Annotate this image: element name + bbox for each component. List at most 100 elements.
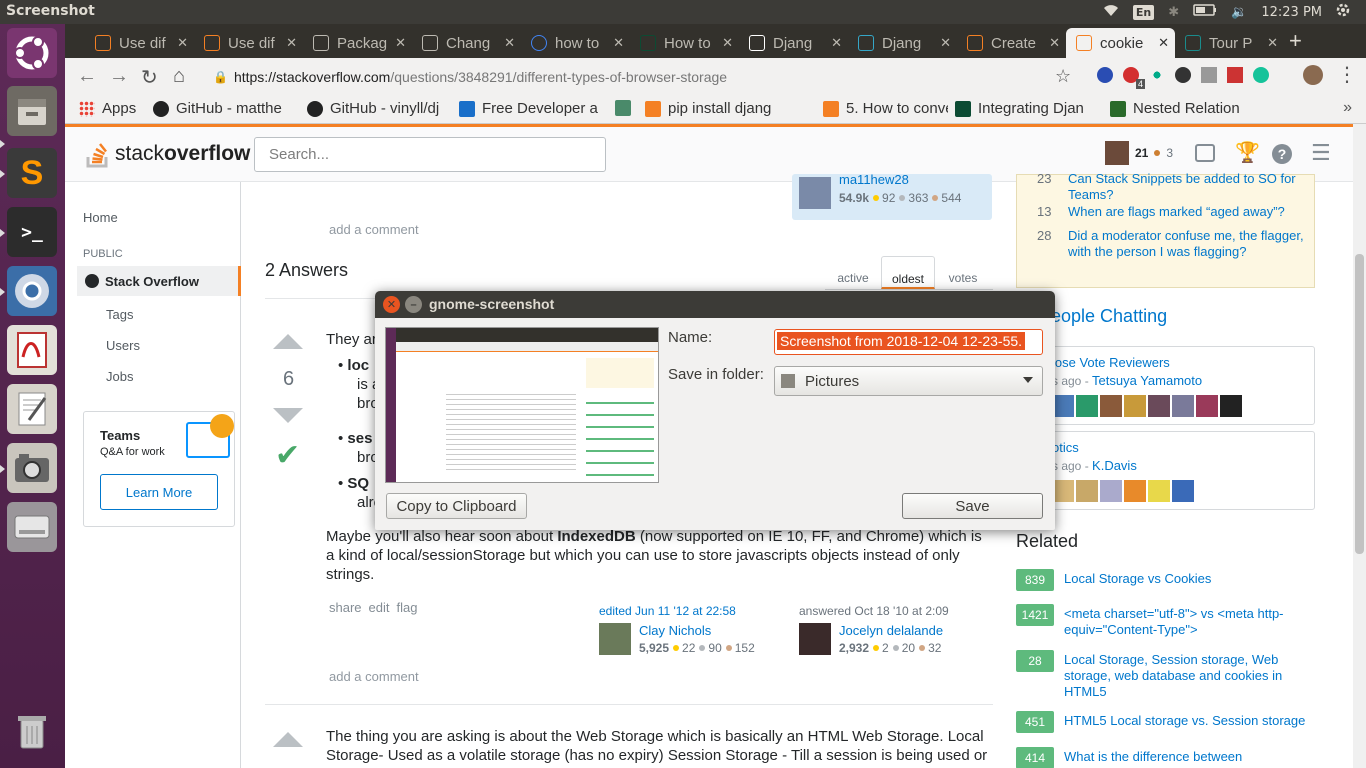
related-question-link[interactable]: Local Storage vs Cookies — [1064, 571, 1314, 587]
bookmark-item[interactable] — [615, 100, 635, 116]
home-icon[interactable]: ⌂ — [173, 65, 185, 88]
owner-avatar[interactable] — [799, 177, 831, 209]
tab-close-icon[interactable]: ✕ — [613, 35, 624, 51]
meta-post-link[interactable]: Did a moderator confuse me, the flagger,… — [1068, 228, 1308, 260]
tab-close-icon[interactable]: ✕ — [831, 35, 842, 51]
author-avatar[interactable] — [799, 623, 831, 655]
downvote-icon[interactable] — [273, 408, 303, 423]
edit-link[interactable]: edit — [369, 600, 390, 615]
clock[interactable]: 12:23 PM — [1261, 5, 1322, 20]
extension-3-icon[interactable] — [1149, 67, 1165, 83]
achievements-trophy-icon[interactable]: 🏆 — [1235, 140, 1260, 165]
chat-user-avatar[interactable] — [1052, 395, 1074, 417]
so-logo[interactable]: stackoverflow — [85, 139, 250, 169]
chat-heading[interactable]: eople Chatting — [1051, 306, 1167, 327]
chat-user-avatar[interactable] — [1220, 395, 1242, 417]
chat-room-1-user[interactable]: Tetsuya Yamamoto — [1092, 373, 1202, 388]
chat-user-avatar[interactable] — [1148, 395, 1170, 417]
chromium-icon[interactable] — [7, 266, 57, 316]
chat-room-1-name[interactable]: lose Vote Reviewers — [1052, 355, 1170, 370]
add-comment-link-2[interactable]: add a comment — [329, 669, 419, 684]
menu-icon[interactable]: ⋮ — [1337, 62, 1357, 87]
tab-close-icon[interactable]: ✕ — [1267, 35, 1278, 51]
browser-tab[interactable]: How to ✕ — [630, 28, 739, 58]
upvote-icon[interactable] — [273, 334, 303, 349]
keyboard-layout-indicator[interactable]: En — [1132, 4, 1155, 20]
nav-stack-overflow[interactable]: Stack Overflow — [77, 266, 241, 296]
chat-user-avatar[interactable] — [1100, 395, 1122, 417]
document-viewer-icon[interactable] — [7, 325, 57, 375]
tab-close-icon[interactable]: ✕ — [1158, 35, 1169, 51]
related-question-link[interactable]: HTML5 Local storage vs. Session storage — [1064, 713, 1314, 729]
flag-link[interactable]: flag — [397, 600, 418, 615]
chat-room-2-user[interactable]: K.Davis — [1092, 458, 1137, 473]
browser-tab[interactable]: Packag ✕ — [303, 28, 412, 58]
chat-user-avatar[interactable] — [1148, 480, 1170, 502]
add-comment-link[interactable]: add a comment — [329, 222, 419, 237]
screenshot-app-icon[interactable] — [7, 443, 57, 493]
browser-tab[interactable]: Djang ✕ — [848, 28, 957, 58]
browser-tab[interactable]: Djang ✕ — [739, 28, 848, 58]
forward-icon[interactable]: → — [109, 65, 129, 88]
nav-users[interactable]: Users — [106, 338, 140, 353]
browser-tab[interactable]: how to ✕ — [521, 28, 630, 58]
reload-icon[interactable]: ↻ — [141, 65, 158, 90]
chat-user-avatar[interactable] — [1172, 395, 1194, 417]
wifi-icon[interactable] — [1103, 3, 1119, 21]
chat-user-avatar[interactable] — [1100, 480, 1122, 502]
scrollbar-thumb[interactable] — [1355, 254, 1364, 554]
copy-to-clipboard-button[interactable]: Copy to Clipboard — [386, 493, 527, 519]
browser-tab[interactable]: Use dif ✕ — [194, 28, 303, 58]
related-question-link[interactable]: <meta charset="utf-8"> vs <meta http-equ… — [1064, 606, 1314, 638]
bookmark-item[interactable]: pip install djang — [645, 100, 805, 117]
chat-user-avatar[interactable] — [1124, 395, 1146, 417]
tab-close-icon[interactable]: ✕ — [940, 35, 951, 51]
browser-tab[interactable]: Create ✕ — [957, 28, 1066, 58]
bookmark-item[interactable]: Integrating Djan — [955, 100, 1095, 117]
browser-tab[interactable]: Chang ✕ — [412, 28, 521, 58]
extension-5-icon[interactable] — [1201, 67, 1217, 83]
back-icon[interactable]: ← — [77, 65, 97, 88]
profile-avatar[interactable] — [1303, 65, 1323, 85]
extension-6-icon[interactable] — [1227, 67, 1243, 83]
bookmark-item[interactable]: Nested Relation — [1110, 100, 1245, 117]
sort-oldest-tab[interactable]: oldest — [881, 256, 935, 289]
inbox-icon[interactable] — [1195, 144, 1215, 162]
bluetooth-icon[interactable]: ✱ — [1168, 5, 1179, 20]
page-scrollbar[interactable] — [1353, 124, 1366, 768]
answer2-upvote-icon[interactable] — [273, 732, 303, 747]
trash-icon[interactable] — [7, 706, 57, 756]
terminal-icon[interactable]: >_ — [7, 207, 57, 257]
bookmark-star-icon[interactable]: ☆ — [1055, 66, 1071, 87]
learn-more-button[interactable]: Learn More — [100, 474, 218, 510]
user-card[interactable]: 21 3 — [1105, 141, 1173, 165]
sublime-text-icon[interactable]: S — [7, 148, 57, 198]
editor-avatar[interactable] — [599, 623, 631, 655]
bookmarks-overflow-icon[interactable]: » — [1343, 99, 1352, 117]
browser-tab[interactable]: cookie ✕ — [1066, 28, 1175, 58]
help-icon[interactable]: ? — [1272, 144, 1292, 164]
meta-post-link[interactable]: When are flags marked “aged away”? — [1068, 204, 1308, 220]
chat-user-avatar[interactable] — [1172, 480, 1194, 502]
nav-home[interactable]: Home — [83, 210, 118, 225]
bookmark-item[interactable]: GitHub - matthe — [153, 100, 293, 117]
author-name[interactable]: Jocelyn delalande — [839, 623, 943, 638]
battery-icon[interactable] — [1193, 4, 1217, 20]
chat-user-avatar[interactable] — [1076, 395, 1098, 417]
bookmark-item[interactable]: 5. How to conver — [823, 100, 948, 117]
save-button[interactable]: Save — [902, 493, 1043, 519]
owner-name[interactable]: ma11hew28 — [839, 172, 909, 187]
so-search-input[interactable]: Search... — [254, 137, 606, 172]
settings-gear-icon[interactable] — [1336, 3, 1350, 21]
chat-user-avatar[interactable] — [1052, 480, 1074, 502]
sort-votes-tab[interactable]: votes — [935, 256, 991, 289]
tab-close-icon[interactable]: ✕ — [722, 35, 733, 51]
grammarly-icon[interactable] — [1253, 67, 1269, 83]
browser-tab[interactable]: Tour P ✕ — [1175, 28, 1284, 58]
ubuntu-dash-icon[interactable] — [7, 28, 57, 78]
user-avatar[interactable] — [1105, 141, 1129, 165]
editor-name[interactable]: Clay Nichols — [639, 623, 711, 638]
chat-user-avatar[interactable] — [1124, 480, 1146, 502]
tab-close-icon[interactable]: ✕ — [1049, 35, 1060, 51]
extension-4-icon[interactable] — [1175, 67, 1191, 83]
